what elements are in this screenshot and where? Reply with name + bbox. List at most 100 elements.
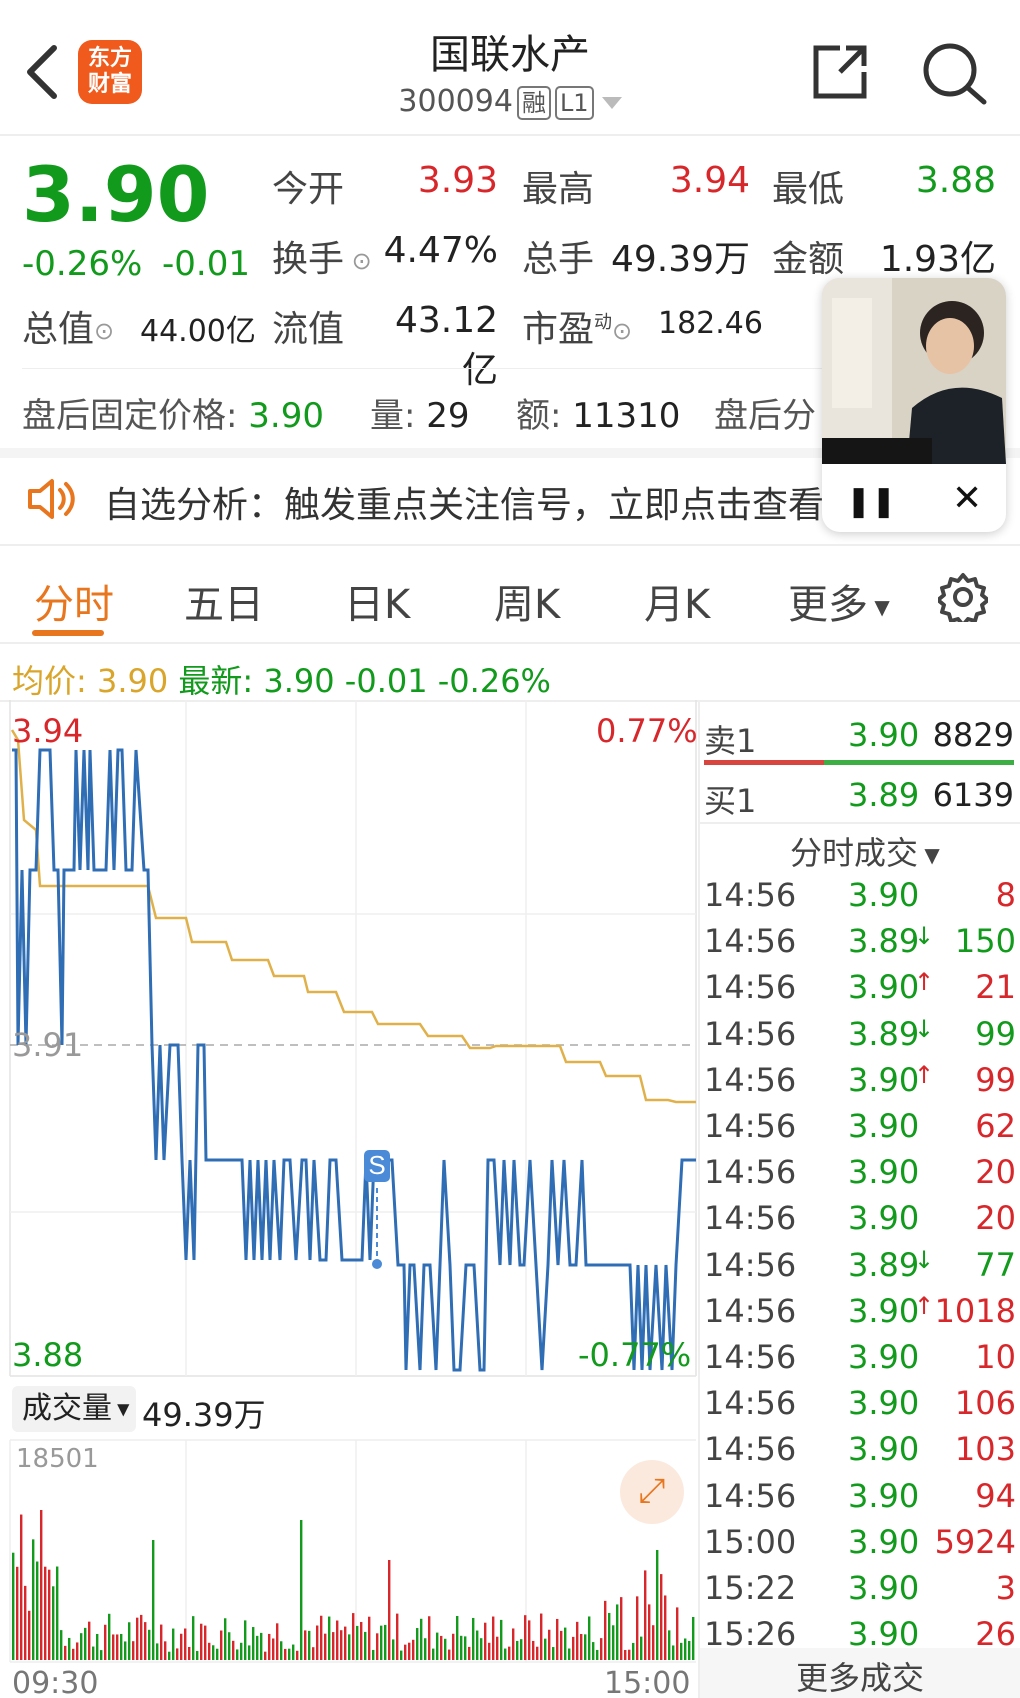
- tick-time: 14:56: [704, 1014, 797, 1053]
- tick-time: 14:56: [704, 1430, 797, 1469]
- more-icon: ⊙: [612, 317, 633, 345]
- mktcap-label[interactable]: 总值⊙: [22, 300, 114, 352]
- tick-volume: 106: [954, 1384, 1016, 1423]
- float-label: 流值: [272, 309, 345, 350]
- tab-five-day[interactable]: 五日: [184, 572, 264, 630]
- pe-value: 182.46: [658, 306, 763, 341]
- tick-price: 3.90: [848, 968, 920, 1007]
- close-icon[interactable]: ✕: [952, 478, 982, 519]
- tick-time: 14:56: [704, 876, 797, 914]
- order-ratio-bar-bid: [824, 760, 1014, 765]
- tick-price: 3.90: [848, 1430, 920, 1469]
- settings-gear-icon[interactable]: [938, 572, 988, 622]
- share-icon[interactable]: [810, 42, 870, 102]
- turnover-value: 4.47%: [383, 230, 498, 271]
- tick-time: 14:56: [704, 1476, 797, 1515]
- tick-volume: 1018: [934, 1291, 1016, 1330]
- tick-row: 14:56 3.90 20: [704, 1199, 1016, 1245]
- tick-time: 14:56: [704, 1199, 797, 1238]
- pe-label[interactable]: 市盈动⊙: [522, 300, 632, 352]
- tick-time: 14:56: [704, 1245, 797, 1284]
- tick-price: 3.89: [848, 922, 920, 961]
- margin-badge: 融: [516, 85, 551, 120]
- tick-price: 3.89: [848, 1014, 920, 1053]
- axis-high: 3.94: [12, 712, 84, 750]
- time-start: 09:30: [12, 1666, 99, 1698]
- tab-more[interactable]: 更多 ▼: [788, 572, 890, 630]
- tick-time: 15:22: [704, 1569, 797, 1607]
- tick-time: 15:00: [704, 1522, 797, 1561]
- ask-volume: 8829: [932, 716, 1014, 754]
- tick-price: 3.90: [848, 1476, 920, 1515]
- chevron-down-icon: ▼: [868, 595, 890, 619]
- tab-monthly-k[interactable]: 月K: [644, 572, 710, 630]
- volume-value: 49.39万: [610, 239, 750, 280]
- more-icon: ⊙: [344, 247, 372, 275]
- price-line: [12, 748, 696, 1372]
- axis-high-pct: 0.77%: [596, 712, 698, 750]
- ask-label: 卖1: [704, 722, 757, 760]
- tick-row: 14:56 3.90 103: [704, 1430, 1016, 1476]
- open-value: 3.93: [417, 160, 498, 201]
- stock-code: 300094: [398, 84, 513, 119]
- dropdown-icon: ▼: [918, 843, 940, 867]
- tick-price: 3.90: [848, 1153, 920, 1192]
- tick-row: 14:56 3.90 10: [704, 1338, 1016, 1384]
- tick-direction-icon: ↑: [914, 968, 935, 997]
- axis-mid: 3.91: [12, 1026, 84, 1064]
- tick-volume: 5924: [934, 1522, 1016, 1561]
- tick-volume: 3: [995, 1569, 1016, 1607]
- amount-label: 金额: [772, 239, 845, 280]
- signal-point: [372, 1259, 382, 1269]
- tick-price: 3.90: [848, 1384, 920, 1423]
- tick-direction-icon: ↑: [914, 1060, 935, 1089]
- tick-price: 3.90: [848, 1569, 920, 1607]
- tick-time: 14:56: [704, 1153, 797, 1192]
- tick-volume: 20: [975, 1199, 1016, 1238]
- tick-direction-icon: ↓: [914, 1245, 935, 1274]
- mktcap-value: 44.00亿: [140, 314, 256, 349]
- low-value: 3.88: [915, 160, 996, 201]
- pause-icon[interactable]: ❚❚: [846, 484, 896, 519]
- tick-row: 15:22 3.90 3: [704, 1569, 1016, 1615]
- tick-row: 14:56 3.90 106: [704, 1384, 1016, 1430]
- tick-volume: 99: [975, 1060, 1016, 1099]
- tick-row: 14:56 3.90 ↑ 1018: [704, 1292, 1016, 1338]
- notice-text[interactable]: 自选分析：触发重点关注信号，立即点击查看: [104, 476, 824, 528]
- tick-price: 3.90: [848, 1107, 920, 1145]
- tick-price: 3.90: [848, 1522, 920, 1561]
- after-hours-amount: 额: 11310: [516, 396, 681, 436]
- turnover-label[interactable]: 换手 ⊙: [272, 230, 372, 282]
- tick-price: 3.90: [848, 1338, 920, 1376]
- tick-row: 14:56 3.90 8: [704, 876, 1016, 922]
- tick-volume: 103: [954, 1430, 1016, 1469]
- expand-icon[interactable]: ⤢: [620, 1460, 684, 1524]
- tick-volume: 8: [995, 876, 1016, 914]
- amount-value: 1.93亿: [879, 239, 996, 280]
- tick-row: 14:56 3.90 ↑ 21: [704, 968, 1016, 1014]
- volume-selector[interactable]: 成交量 ▼: [12, 1386, 136, 1432]
- floating-video[interactable]: ❚❚ ✕: [822, 278, 1006, 532]
- tick-row: 14:56 3.89 ↓ 150: [704, 922, 1016, 968]
- change-pct: -0.26%: [22, 244, 143, 284]
- tick-volume: 21: [975, 968, 1016, 1007]
- tick-volume: 62: [975, 1107, 1016, 1145]
- average-price-line: [10, 729, 696, 1104]
- tick-time: 14:56: [704, 1338, 797, 1376]
- axis-low-pct: -0.77%: [578, 1336, 692, 1374]
- search-icon[interactable]: [920, 40, 990, 106]
- more-ticks-button[interactable]: 更多成交: [700, 1648, 1020, 1698]
- tick-price: 3.90: [848, 876, 920, 914]
- high-value: 3.94: [669, 160, 750, 201]
- ticks-header[interactable]: 分时成交 ▼: [790, 828, 940, 874]
- tab-daily-k[interactable]: 日K: [344, 572, 410, 630]
- volume-total: 49.39万: [142, 1396, 266, 1434]
- tick-time: 14:56: [704, 1291, 797, 1330]
- tab-weekly-k[interactable]: 周K: [494, 572, 560, 630]
- intraday-chart[interactable]: S: [0, 700, 700, 1698]
- tick-direction-icon: ↑: [914, 1291, 935, 1320]
- video-thumbnail: [822, 278, 1006, 464]
- signal-marker-label: S: [368, 1150, 385, 1180]
- time-end: 15:00: [604, 1666, 691, 1698]
- tab-intraday[interactable]: 分时: [34, 572, 114, 630]
